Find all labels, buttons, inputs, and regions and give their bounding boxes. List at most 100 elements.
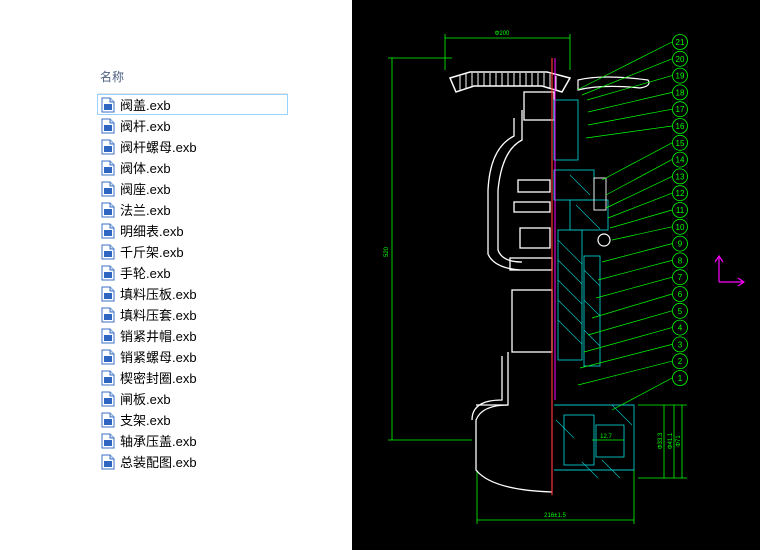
file-name: 总装配图.exb bbox=[120, 455, 197, 470]
file-name: 阀体.exb bbox=[120, 161, 171, 176]
balloon-leader bbox=[601, 142, 673, 181]
file-item[interactable]: 千斤架.exb bbox=[98, 241, 288, 262]
document-icon bbox=[101, 454, 115, 469]
file-item[interactable]: 阀杆螺母.exb bbox=[98, 136, 288, 157]
document-icon bbox=[101, 412, 115, 427]
document-icon bbox=[101, 307, 115, 322]
ucs-axis-icon bbox=[714, 254, 746, 287]
file-name: 阀盖.exb bbox=[120, 98, 171, 113]
file-name: 闸板.exb bbox=[120, 392, 171, 407]
file-item[interactable]: 销紧螺母.exb bbox=[98, 346, 288, 367]
dim-r2-text: Φ41.1 bbox=[668, 432, 674, 449]
file-item[interactable]: 填料压板.exb bbox=[98, 283, 288, 304]
balloon-number: 16 bbox=[676, 122, 685, 131]
balloon-leader bbox=[605, 159, 673, 196]
balloon-number: 1 bbox=[678, 374, 683, 383]
file-name: 法兰.exb bbox=[120, 203, 171, 218]
file-explorer-pane: 名称 阀盖.exb 阀杆.exb 阀杆螺母.exb 阀体.exb 阀座.exb 法兰.ex… bbox=[0, 0, 352, 550]
document-icon bbox=[101, 223, 115, 238]
document-icon bbox=[101, 244, 115, 259]
section-view bbox=[553, 99, 635, 479]
balloon-number: 12 bbox=[676, 189, 685, 198]
balloon-number: 4 bbox=[678, 324, 683, 333]
document-icon bbox=[101, 286, 115, 301]
balloon-leader bbox=[587, 92, 673, 113]
balloon-number: 9 bbox=[678, 240, 683, 249]
balloon-leader bbox=[609, 209, 673, 229]
file-name: 填料压套.exb bbox=[120, 308, 197, 323]
file-name: 楔密封圈.exb bbox=[120, 371, 197, 386]
file-item[interactable]: 阀座.exb bbox=[98, 178, 288, 199]
balloon-leader bbox=[585, 125, 673, 139]
balloon-number: 3 bbox=[678, 340, 683, 349]
document-icon bbox=[101, 160, 115, 175]
file-name: 填料压板.exb bbox=[120, 287, 197, 302]
dim-r1-text: Φ33.3 bbox=[658, 432, 664, 449]
file-name: 轴承压盖.exb bbox=[120, 434, 197, 449]
file-item[interactable]: 填料压套.exb bbox=[98, 304, 288, 325]
column-header-name[interactable]: 名称 bbox=[100, 68, 124, 85]
balloon-number: 7 bbox=[678, 273, 683, 282]
document-icon bbox=[101, 391, 115, 406]
file-item[interactable]: 楔密封圈.exb bbox=[98, 367, 288, 388]
document-icon bbox=[101, 202, 115, 217]
balloon-number: 17 bbox=[676, 105, 685, 114]
file-item[interactable]: 阀体.exb bbox=[98, 157, 288, 178]
dim-r3-text: Φ71 bbox=[676, 435, 682, 447]
document-icon bbox=[101, 349, 115, 364]
file-name: 手轮.exb bbox=[120, 266, 171, 281]
document-icon bbox=[101, 97, 115, 112]
file-name: 阀杆螺母.exb bbox=[120, 140, 197, 155]
valve-assembly-drawing: Φ200 520 216±1.5 12.7 Φ33.3 Φ41.1 Φ71 21… bbox=[384, 31, 746, 524]
document-icon bbox=[101, 433, 115, 448]
file-item[interactable]: 法兰.exb bbox=[98, 199, 288, 220]
dim-bottom-text: 216±1.5 bbox=[544, 513, 566, 519]
balloon-leader bbox=[583, 327, 673, 353]
file-item[interactable]: 支架.exb bbox=[98, 409, 288, 430]
document-icon bbox=[101, 139, 115, 154]
balloon-number: 19 bbox=[676, 72, 685, 81]
file-item[interactable]: 总装配图.exb bbox=[98, 451, 288, 472]
file-name: 阀杆.exb bbox=[120, 119, 171, 134]
file-item[interactable]: 闸板.exb bbox=[98, 388, 288, 409]
handwheel bbox=[448, 71, 650, 93]
balloon-number: 6 bbox=[678, 290, 683, 299]
balloon-number: 2 bbox=[678, 357, 683, 366]
document-icon bbox=[101, 181, 115, 196]
balloon-number: 15 bbox=[676, 139, 685, 148]
balloon-number: 10 bbox=[676, 223, 685, 232]
file-item[interactable]: 明细表.exb bbox=[98, 220, 288, 241]
balloon-leader bbox=[595, 276, 673, 299]
file-item[interactable]: 阀杆.exb bbox=[98, 115, 288, 136]
balloon-number: 20 bbox=[676, 55, 685, 64]
document-icon bbox=[101, 328, 115, 343]
balloon-number: 11 bbox=[676, 206, 685, 215]
balloon-number: 18 bbox=[676, 88, 685, 97]
balloon-leader bbox=[576, 41, 673, 91]
file-name: 千斤架.exb bbox=[120, 245, 184, 260]
balloon-leader bbox=[587, 108, 673, 126]
balloon-leader bbox=[601, 243, 673, 263]
balloon-number: 8 bbox=[678, 256, 683, 265]
cad-drawing-preview: Φ200 520 216±1.5 12.7 Φ33.3 Φ41.1 Φ71 21… bbox=[352, 0, 760, 550]
balloon-leader bbox=[607, 192, 673, 219]
balloon-number: 14 bbox=[676, 156, 685, 165]
yoke-and-bonnet bbox=[471, 91, 555, 493]
file-item[interactable]: 阀盖.exb bbox=[97, 94, 288, 115]
document-icon bbox=[101, 265, 115, 280]
file-item[interactable]: 轴承压盖.exb bbox=[98, 430, 288, 451]
file-name: 阀座.exb bbox=[120, 182, 171, 197]
balloon-leader bbox=[611, 226, 673, 241]
file-item[interactable]: 销紧井帽.exb bbox=[98, 325, 288, 346]
dim-left-text: 520 bbox=[384, 246, 390, 257]
balloon-number: 13 bbox=[676, 172, 685, 181]
file-name: 明细表.exb bbox=[120, 224, 184, 239]
document-icon bbox=[101, 370, 115, 385]
balloon-number: 21 bbox=[676, 38, 685, 47]
file-item[interactable]: 手轮.exb bbox=[98, 262, 288, 283]
file-list: 阀盖.exb 阀杆.exb 阀杆螺母.exb 阀体.exb 阀座.exb 法兰.exb 明细… bbox=[97, 94, 288, 472]
balloon-number: 5 bbox=[678, 307, 683, 316]
dim-inner-text: 12.7 bbox=[600, 434, 612, 440]
dim-top-text: Φ200 bbox=[495, 31, 510, 37]
balloon-leader bbox=[597, 260, 673, 281]
